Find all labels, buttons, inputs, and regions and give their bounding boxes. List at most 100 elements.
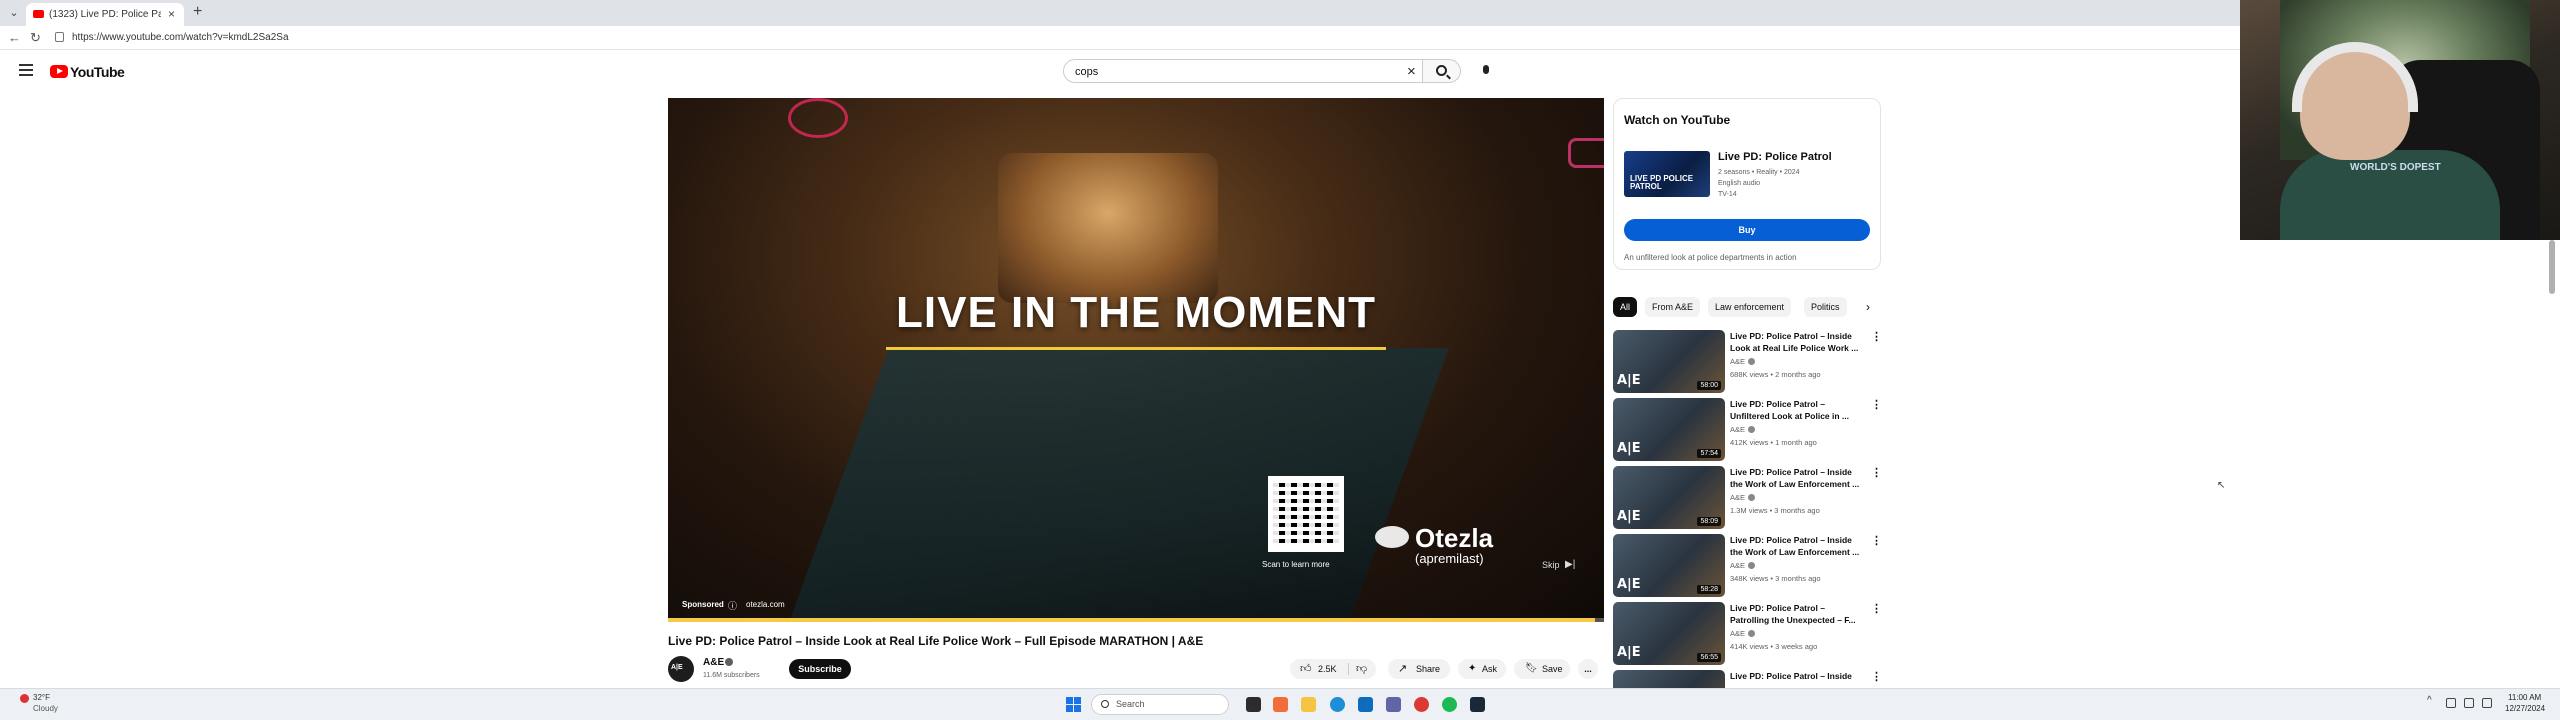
- sponsor-domain[interactable]: otezla.com: [746, 600, 785, 609]
- task-view-icon[interactable]: [1246, 697, 1261, 712]
- network-icon[interactable]: [2464, 698, 2474, 708]
- ask-button[interactable]: ✦ Ask: [1458, 659, 1506, 679]
- save-button[interactable]: 🔖︎ Save: [1514, 659, 1570, 679]
- video-thumbnail[interactable]: A|E 58:28: [1613, 534, 1725, 597]
- bookmark-icon: 🔖︎: [1525, 663, 1538, 674]
- recommendation-channel[interactable]: A&E: [1730, 629, 1745, 638]
- file-explorer-icon[interactable]: [1301, 697, 1316, 712]
- back-arrow-icon[interactable]: ←: [8, 30, 21, 45]
- video-duration: 57:54: [1697, 449, 1721, 458]
- subscribe-button[interactable]: Subscribe: [789, 659, 851, 679]
- recommendation-title[interactable]: Live PD: Police Patrol – Inside the Work…: [1730, 534, 1866, 558]
- recommendation-item[interactable]: A|E 57:54 Live PD: Police Patrol – Unfil…: [1613, 398, 1885, 464]
- teams-icon[interactable]: [1386, 697, 1401, 712]
- more-vert-icon[interactable]: ⋮: [1871, 398, 1882, 411]
- search-button[interactable]: [1423, 59, 1461, 83]
- ad-progress-bar[interactable]: [668, 618, 1604, 622]
- recommendation-title[interactable]: Live PD: Police Patrol – Unfiltered Look…: [1730, 398, 1866, 422]
- recommendation-item[interactable]: Live PD: Police Patrol – Inside ⋮: [1613, 670, 1885, 688]
- windows-start-icon[interactable]: [1066, 697, 1081, 712]
- video-thumbnail[interactable]: A|E 56:55: [1613, 602, 1725, 665]
- edge-icon[interactable]: [1330, 697, 1345, 712]
- recommendation-item[interactable]: A|E 58:28 Live PD: Police Patrol – Insid…: [1613, 534, 1885, 600]
- chevron-right-icon[interactable]: ›: [1858, 297, 1878, 317]
- video-thumbnail[interactable]: A|E 58:09: [1613, 466, 1725, 529]
- recommendation-title[interactable]: Live PD: Police Patrol – Patrolling the …: [1730, 602, 1866, 626]
- more-vert-icon[interactable]: ⋮: [1871, 466, 1882, 479]
- recommendation-channel[interactable]: A&E: [1730, 357, 1745, 366]
- youtube-logo-icon[interactable]: [50, 65, 68, 78]
- weather-icon[interactable]: [20, 694, 29, 703]
- skip-icon[interactable]: ▶|: [1565, 559, 1575, 570]
- site-info-icon[interactable]: [55, 32, 64, 42]
- chrome-icon[interactable]: [1414, 697, 1429, 712]
- thumbs-down-icon[interactable]: 👎︎: [1356, 659, 1367, 679]
- recommendation-title[interactable]: Live PD: Police Patrol – Inside the Work…: [1730, 466, 1866, 490]
- search-input[interactable]: cops: [1075, 66, 1098, 78]
- notification-icon[interactable]: [2446, 698, 2456, 708]
- clock-date[interactable]: 12/27/2024: [2505, 704, 2545, 713]
- tab-close-icon[interactable]: ×: [168, 7, 175, 21]
- chip-from-ae[interactable]: From A&E: [1645, 297, 1701, 317]
- scrollbar-thumb[interactable]: [2549, 240, 2555, 294]
- share-button[interactable]: ↗ Share: [1388, 659, 1450, 679]
- thumbs-up-icon[interactable]: 👍︎: [1300, 659, 1312, 679]
- recommendation-channel[interactable]: A&E: [1730, 493, 1745, 502]
- youtube-logo-text[interactable]: YouTube: [70, 64, 125, 80]
- voice-search-button[interactable]: [1476, 61, 1496, 81]
- spotify-icon[interactable]: [1442, 697, 1457, 712]
- chevron-up-icon[interactable]: ^: [2427, 695, 2432, 706]
- recommendation-meta: 1.3M views • 3 months ago: [1730, 506, 1820, 515]
- video-duration: 58:09: [1697, 517, 1721, 526]
- weather-temperature[interactable]: 32°F: [33, 693, 50, 702]
- video-thumbnail[interactable]: [1613, 670, 1725, 688]
- channel-name[interactable]: A&E: [703, 657, 724, 668]
- skip-ad-button[interactable]: Skip: [1542, 560, 1560, 570]
- recommendation-title[interactable]: Live PD: Police Patrol – Inside Look at …: [1730, 330, 1866, 354]
- clock-time[interactable]: 11:00 AM: [2508, 693, 2541, 702]
- url-field[interactable]: https://www.youtube.com/watch?v=kmdL2Sa2…: [72, 32, 289, 43]
- clear-search-icon[interactable]: ×: [1407, 63, 1416, 80]
- show-title[interactable]: Live PD: Police Patrol: [1718, 151, 1832, 163]
- more-vert-icon[interactable]: ⋮: [1871, 602, 1882, 615]
- recommendation-item[interactable]: A|E 58:00 Live PD: Police Patrol – Insid…: [1613, 330, 1885, 396]
- copilot-icon[interactable]: [1273, 697, 1288, 712]
- channel-avatar[interactable]: [668, 656, 694, 682]
- buy-button[interactable]: Buy: [1624, 219, 1870, 241]
- recommendation-item[interactable]: A|E 58:09 Live PD: Police Patrol – Insid…: [1613, 466, 1885, 532]
- menu-icon[interactable]: [19, 64, 33, 79]
- taskbar-search[interactable]: Search: [1091, 694, 1229, 715]
- video-duration: 56:55: [1697, 653, 1721, 662]
- recommendation-channel[interactable]: A&E: [1730, 425, 1745, 434]
- reload-icon[interactable]: ↻: [30, 30, 41, 46]
- steam-icon[interactable]: [1470, 697, 1485, 712]
- thumbnail-text: LIVE PD POLICE PATROL: [1630, 174, 1694, 191]
- weather-condition[interactable]: Cloudy: [33, 704, 58, 713]
- recommendation-title[interactable]: Live PD: Police Patrol – Inside: [1730, 670, 1866, 682]
- chip-politics[interactable]: Politics: [1804, 297, 1847, 317]
- video-thumbnail[interactable]: A|E 57:54: [1613, 398, 1725, 461]
- neon-sign: [1568, 138, 1604, 168]
- store-icon[interactable]: [1358, 697, 1373, 712]
- recommendation-item[interactable]: A|E 56:55 Live PD: Police Patrol – Patro…: [1613, 602, 1885, 668]
- more-vert-icon[interactable]: ⋮: [1871, 670, 1882, 683]
- volume-icon[interactable]: [2482, 698, 2492, 708]
- like-count[interactable]: 2.5K: [1318, 659, 1337, 679]
- more-vert-icon[interactable]: ⋮: [1871, 534, 1882, 547]
- more-actions-button[interactable]: ...: [1578, 659, 1598, 679]
- search-icon: [1101, 700, 1109, 708]
- tab-search-icon[interactable]: ⌄: [6, 5, 22, 21]
- video-player[interactable]: LIVE IN THE MOMENT Scan to learn more Ot…: [668, 98, 1604, 622]
- search-box[interactable]: cops ×: [1063, 59, 1423, 83]
- show-thumbnail[interactable]: LIVE PD POLICE PATROL: [1624, 151, 1710, 197]
- more-vert-icon[interactable]: ⋮: [1871, 330, 1882, 343]
- chip-all[interactable]: All: [1613, 297, 1638, 317]
- ad-info-icon[interactable]: ⓘ: [728, 599, 737, 612]
- recommendation-channel[interactable]: A&E: [1730, 561, 1745, 570]
- youtube-favicon-icon: [33, 10, 44, 18]
- chip-law-enforcement[interactable]: Law enforcement: [1708, 297, 1792, 317]
- new-tab-icon[interactable]: +: [193, 4, 202, 20]
- video-thumbnail[interactable]: A|E 58:00: [1613, 330, 1725, 393]
- scrollbar[interactable]: [2546, 240, 2558, 700]
- browser-tab[interactable]: (1323) Live PD: Police Patrol – ×: [26, 3, 184, 26]
